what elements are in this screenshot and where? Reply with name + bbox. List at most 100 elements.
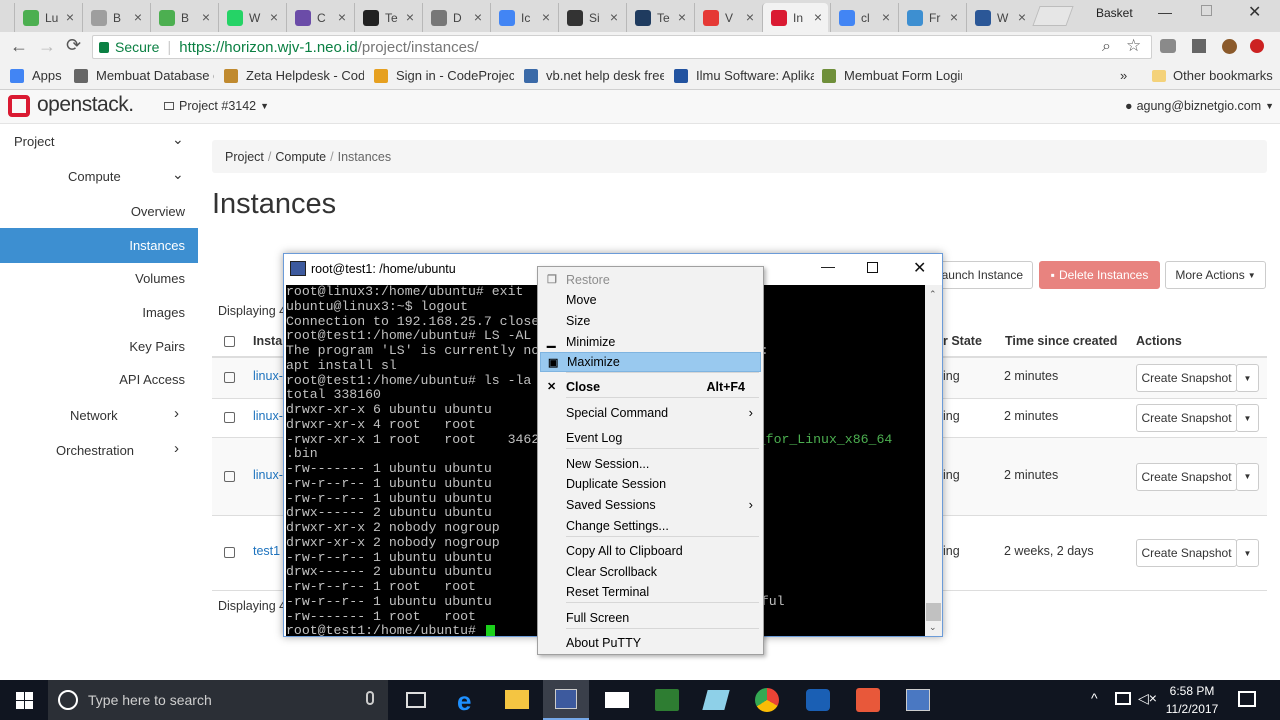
tab-close-icon[interactable]: × bbox=[474, 9, 482, 25]
window-restore-icon[interactable] bbox=[1201, 5, 1212, 16]
chrome-icon[interactable] bbox=[755, 688, 779, 712]
tab-close-icon[interactable]: × bbox=[270, 9, 278, 25]
browser-tab[interactable]: W × bbox=[966, 3, 1032, 32]
browser-tab[interactable]: B × bbox=[150, 3, 216, 32]
tab-close-icon[interactable]: × bbox=[202, 9, 210, 25]
instance-name-link[interactable]: linux- bbox=[253, 369, 283, 383]
putty-maximize-icon[interactable] bbox=[867, 262, 878, 273]
opera-extension-icon[interactable] bbox=[1250, 39, 1264, 53]
select-all-checkbox[interactable] bbox=[224, 336, 235, 347]
extension-icon[interactable] bbox=[1160, 39, 1176, 53]
column-header-name[interactable]: Instar bbox=[253, 334, 287, 348]
tab-close-icon[interactable]: × bbox=[338, 9, 346, 25]
instance-name-link[interactable]: linux- bbox=[253, 468, 283, 482]
menu-item-change-settings[interactable]: Change Settings... bbox=[540, 516, 761, 536]
microphone-icon[interactable] bbox=[366, 691, 374, 705]
row-checkbox[interactable] bbox=[224, 470, 235, 482]
scroll-up-icon[interactable]: ⌃ bbox=[929, 289, 937, 300]
more-actions-button[interactable]: More Actions ▼ bbox=[1165, 261, 1266, 289]
windows-start-icon[interactable] bbox=[16, 692, 33, 709]
outlook-icon[interactable] bbox=[806, 689, 830, 711]
browser-tab[interactable]: Fr × bbox=[898, 3, 964, 32]
breadcrumb-compute[interactable]: Compute bbox=[275, 150, 326, 164]
address-bar[interactable]: Secure | https://horizon.wjv-1.neo.id/pr… bbox=[92, 35, 1152, 59]
menu-item-size[interactable]: Size bbox=[540, 311, 761, 331]
sidebar-item-images[interactable]: Images bbox=[142, 305, 185, 320]
browser-tab[interactable]: cl × bbox=[830, 3, 896, 32]
menu-item-close[interactable]: ✕ Close Alt+F4 bbox=[540, 377, 761, 397]
tab-close-icon[interactable]: × bbox=[882, 9, 890, 25]
row-actions-dropdown-icon[interactable]: ▼ bbox=[1236, 539, 1259, 567]
browser-tab[interactable]: D × bbox=[422, 3, 488, 32]
menu-item-about-putty[interactable]: About PuTTY bbox=[540, 633, 761, 653]
sidebar-item-instances[interactable]: Instances bbox=[129, 238, 185, 253]
back-arrow-icon[interactable]: ← bbox=[10, 36, 28, 57]
mail-icon[interactable] bbox=[605, 692, 629, 708]
zoom-search-icon[interactable]: ⌕ bbox=[1102, 38, 1111, 56]
window-close-icon[interactable]: ✕ bbox=[1248, 2, 1261, 22]
terminal-scrollbar[interactable]: ⌃ ⌄ bbox=[925, 285, 942, 636]
bookmark-star-icon[interactable]: ☆ bbox=[1126, 36, 1141, 56]
create-snapshot-button[interactable]: Create Snapshot bbox=[1136, 539, 1237, 567]
file-explorer-icon[interactable] bbox=[505, 690, 529, 709]
sidebar-compute[interactable]: Compute bbox=[68, 169, 121, 184]
browser-tab[interactable]: Te × bbox=[626, 3, 692, 32]
project-selector[interactable]: Project #3142 ▼ bbox=[164, 99, 269, 113]
column-header-time[interactable]: Time since created bbox=[1005, 334, 1117, 348]
menu-item-clear-scrollback[interactable]: Clear Scrollback bbox=[540, 562, 761, 582]
browser-tab[interactable]: Ic × bbox=[490, 3, 556, 32]
sidebar-item-volumes[interactable]: Volumes bbox=[135, 271, 185, 286]
menu-item-minimize[interactable]: ▁ Minimize bbox=[540, 332, 761, 352]
row-checkbox[interactable] bbox=[224, 372, 235, 383]
reload-icon[interactable]: ⟳ bbox=[66, 35, 81, 56]
tab-close-icon[interactable]: × bbox=[406, 9, 414, 25]
create-snapshot-button[interactable]: Create Snapshot bbox=[1136, 404, 1237, 432]
row-actions-dropdown-icon[interactable]: ▼ bbox=[1236, 404, 1259, 432]
sidebar-network[interactable]: Network bbox=[70, 408, 118, 423]
menu-item-reset-terminal[interactable]: Reset Terminal bbox=[540, 582, 761, 602]
putty-minimize-icon[interactable]: — bbox=[821, 258, 835, 274]
menu-item-move[interactable]: Move bbox=[540, 290, 761, 310]
other-bookmarks[interactable]: Other bookmarks bbox=[1152, 68, 1273, 83]
menu-item-saved-sessions[interactable]: Saved Sessions › bbox=[540, 495, 761, 515]
task-view-icon[interactable] bbox=[406, 692, 426, 708]
browser-tab[interactable]: B × bbox=[82, 3, 148, 32]
bookmarks-overflow[interactable]: » bbox=[1120, 68, 1127, 83]
notifications-icon[interactable] bbox=[1238, 691, 1256, 707]
sidebar-project[interactable]: Project bbox=[14, 134, 54, 149]
menu-item-duplicate-session[interactable]: Duplicate Session bbox=[540, 474, 761, 494]
qr-extension-icon[interactable] bbox=[1192, 39, 1206, 53]
sidebar-item-api-access[interactable]: API Access bbox=[119, 372, 185, 387]
tab-close-icon[interactable]: × bbox=[66, 9, 74, 25]
instance-name-link[interactable]: test1 bbox=[253, 544, 280, 558]
instance-name-link[interactable]: linux- bbox=[253, 409, 283, 423]
clock-date[interactable]: 11/2/2017 bbox=[1162, 702, 1222, 716]
openstack-logo-text[interactable]: openstack. bbox=[37, 93, 134, 117]
menu-item-event-log[interactable]: Event Log bbox=[540, 428, 761, 448]
user-menu[interactable]: ● agung@biznetgio.com ▼ bbox=[1125, 99, 1274, 113]
browser-tab[interactable]: V × bbox=[694, 3, 760, 32]
tab-close-icon[interactable]: × bbox=[950, 9, 958, 25]
row-checkbox[interactable] bbox=[224, 547, 235, 558]
tab-close-icon[interactable]: × bbox=[542, 9, 550, 25]
tab-close-icon[interactable]: × bbox=[746, 9, 754, 25]
bookmark-item[interactable]: vb.net help desk free bbox=[524, 68, 664, 83]
row-checkbox[interactable] bbox=[224, 412, 235, 423]
menu-item-special-command[interactable]: Special Command › bbox=[540, 403, 761, 423]
browser-tab[interactable]: Si × bbox=[558, 3, 624, 32]
menu-item-copy-all-to-clipboard[interactable]: Copy All to Clipboard bbox=[540, 541, 761, 561]
row-actions-dropdown-icon[interactable]: ▼ bbox=[1236, 462, 1259, 491]
browser-tab[interactable]: W × bbox=[218, 3, 284, 32]
profile-label[interactable]: Basket bbox=[1096, 6, 1133, 20]
tab-close-icon[interactable]: × bbox=[814, 9, 822, 25]
bookmark-item[interactable]: Membuat Database d bbox=[74, 68, 214, 83]
sidebar-item-overview[interactable]: Overview bbox=[131, 204, 185, 219]
sidebar-orchestration[interactable]: Orchestration bbox=[56, 443, 134, 458]
window-minimize-icon[interactable]: — bbox=[1158, 4, 1172, 20]
browser-tab[interactable]: Lu × bbox=[14, 3, 80, 32]
app-icon[interactable] bbox=[702, 690, 730, 710]
edge-icon[interactable]: e bbox=[457, 686, 471, 717]
menu-item-maximize[interactable]: ▣ Maximize bbox=[540, 352, 761, 372]
tab-close-icon[interactable]: × bbox=[678, 9, 686, 25]
scroll-down-icon[interactable]: ⌄ bbox=[929, 622, 937, 633]
